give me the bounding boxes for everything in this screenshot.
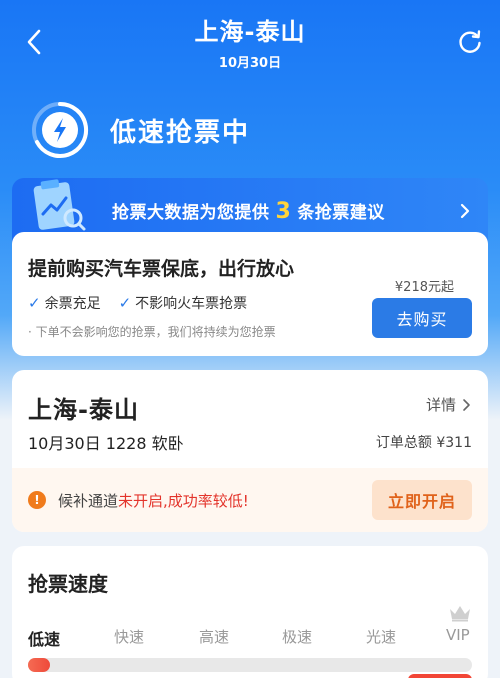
benefit-item: ✓ 余票充足 <box>28 293 101 313</box>
check-icon: ✓ <box>118 294 132 312</box>
chevron-right-icon <box>460 203 470 219</box>
advice-text: 抢票大数据为您提供 3 条抢票建议 <box>112 198 385 224</box>
speed-progress-fill <box>28 658 51 672</box>
warning-icon: ! <box>28 491 46 509</box>
bus-note: · 下单不会影响您的抢票，我们将持续为您抢票 <box>28 325 276 339</box>
order-route: 上海-泰山 <box>28 396 139 424</box>
advice-prefix: 抢票大数据为您提供 <box>112 203 270 223</box>
benefit-label: 不影响火车票抢票 <box>135 296 248 312</box>
order-info: 10月30日 1228 软卧 <box>28 434 184 453</box>
refresh-icon <box>459 30 481 53</box>
speed-progress-track[interactable] <box>28 658 472 672</box>
waitlist-prefix: 候补通道 <box>58 491 119 510</box>
bus-price: ¥218元起 <box>394 280 454 295</box>
speed-levels: 低速 快速 高速 极速 光速 VIP <box>28 626 472 650</box>
lightning-progress-icon <box>32 101 89 158</box>
speed-level-option[interactable]: 低速 <box>28 626 60 650</box>
buy-bus-ticket-button[interactable]: 去购买 <box>372 298 472 338</box>
crown-icon <box>450 606 470 622</box>
status-text: 低速抢票中 <box>110 118 251 148</box>
enable-waitlist-button[interactable]: 立即开启 <box>372 480 472 520</box>
travel-date: 10月30日 <box>218 56 282 71</box>
speed-title: 抢票速度 <box>28 572 108 596</box>
waitlist-banner: ! 候补通道未开启,成功率较低! 立即开启 <box>12 468 488 532</box>
bus-ticket-card: 提前购买汽车票保底，出行放心 ✓ 余票充足 ✓ 不影响火车票抢票 · 下单不会影… <box>12 232 488 356</box>
grab-status: 低速抢票中 <box>30 100 470 160</box>
order-card: 上海-泰山 详情 10月30日 1228 软卧 订单总额 ¥311 ! 候补通道… <box>12 370 488 532</box>
order-detail-link[interactable]: 详情 <box>426 394 472 415</box>
check-icon: ✓ <box>28 294 41 312</box>
page-title: 上海-泰山 <box>194 18 306 46</box>
speed-level-option[interactable]: 高速 <box>199 626 229 647</box>
benefit-label: 余票充足 <box>44 296 101 312</box>
order-total: 订单总额 ¥311 <box>375 435 472 451</box>
benefit-item: ✓ 不影响火车票抢票 <box>119 293 248 313</box>
speed-level-option[interactable]: 快速 <box>114 626 144 647</box>
nav-bar: 上海-泰山 10月30日 <box>0 0 500 80</box>
waitlist-text: 候补通道未开启,成功率较低! <box>58 490 249 511</box>
advice-suffix: 条抢票建议 <box>297 203 385 223</box>
speed-level-option[interactable]: 光速 <box>366 626 396 647</box>
speed-level-option[interactable]: VIP <box>446 626 470 644</box>
speed-level-option[interactable]: 极速 <box>282 626 312 647</box>
chevron-right-icon <box>463 398 470 411</box>
waitlist-warning: 未开启,成功率较低! <box>118 491 249 510</box>
speed-upgrade-tag[interactable] <box>408 674 472 678</box>
speed-card: 抢票速度 低速 快速 高速 极速 光速 VIP <box>12 546 488 678</box>
bus-benefits: ✓ 余票充足 ✓ 不影响火车票抢票 <box>28 293 265 313</box>
detail-label: 详情 <box>425 396 456 414</box>
clipboard-chart-icon <box>33 179 86 231</box>
bus-card-title: 提前购买汽车票保底，出行放心 <box>28 258 295 280</box>
advice-count: 3 <box>275 199 292 224</box>
refresh-button[interactable] <box>452 24 488 60</box>
